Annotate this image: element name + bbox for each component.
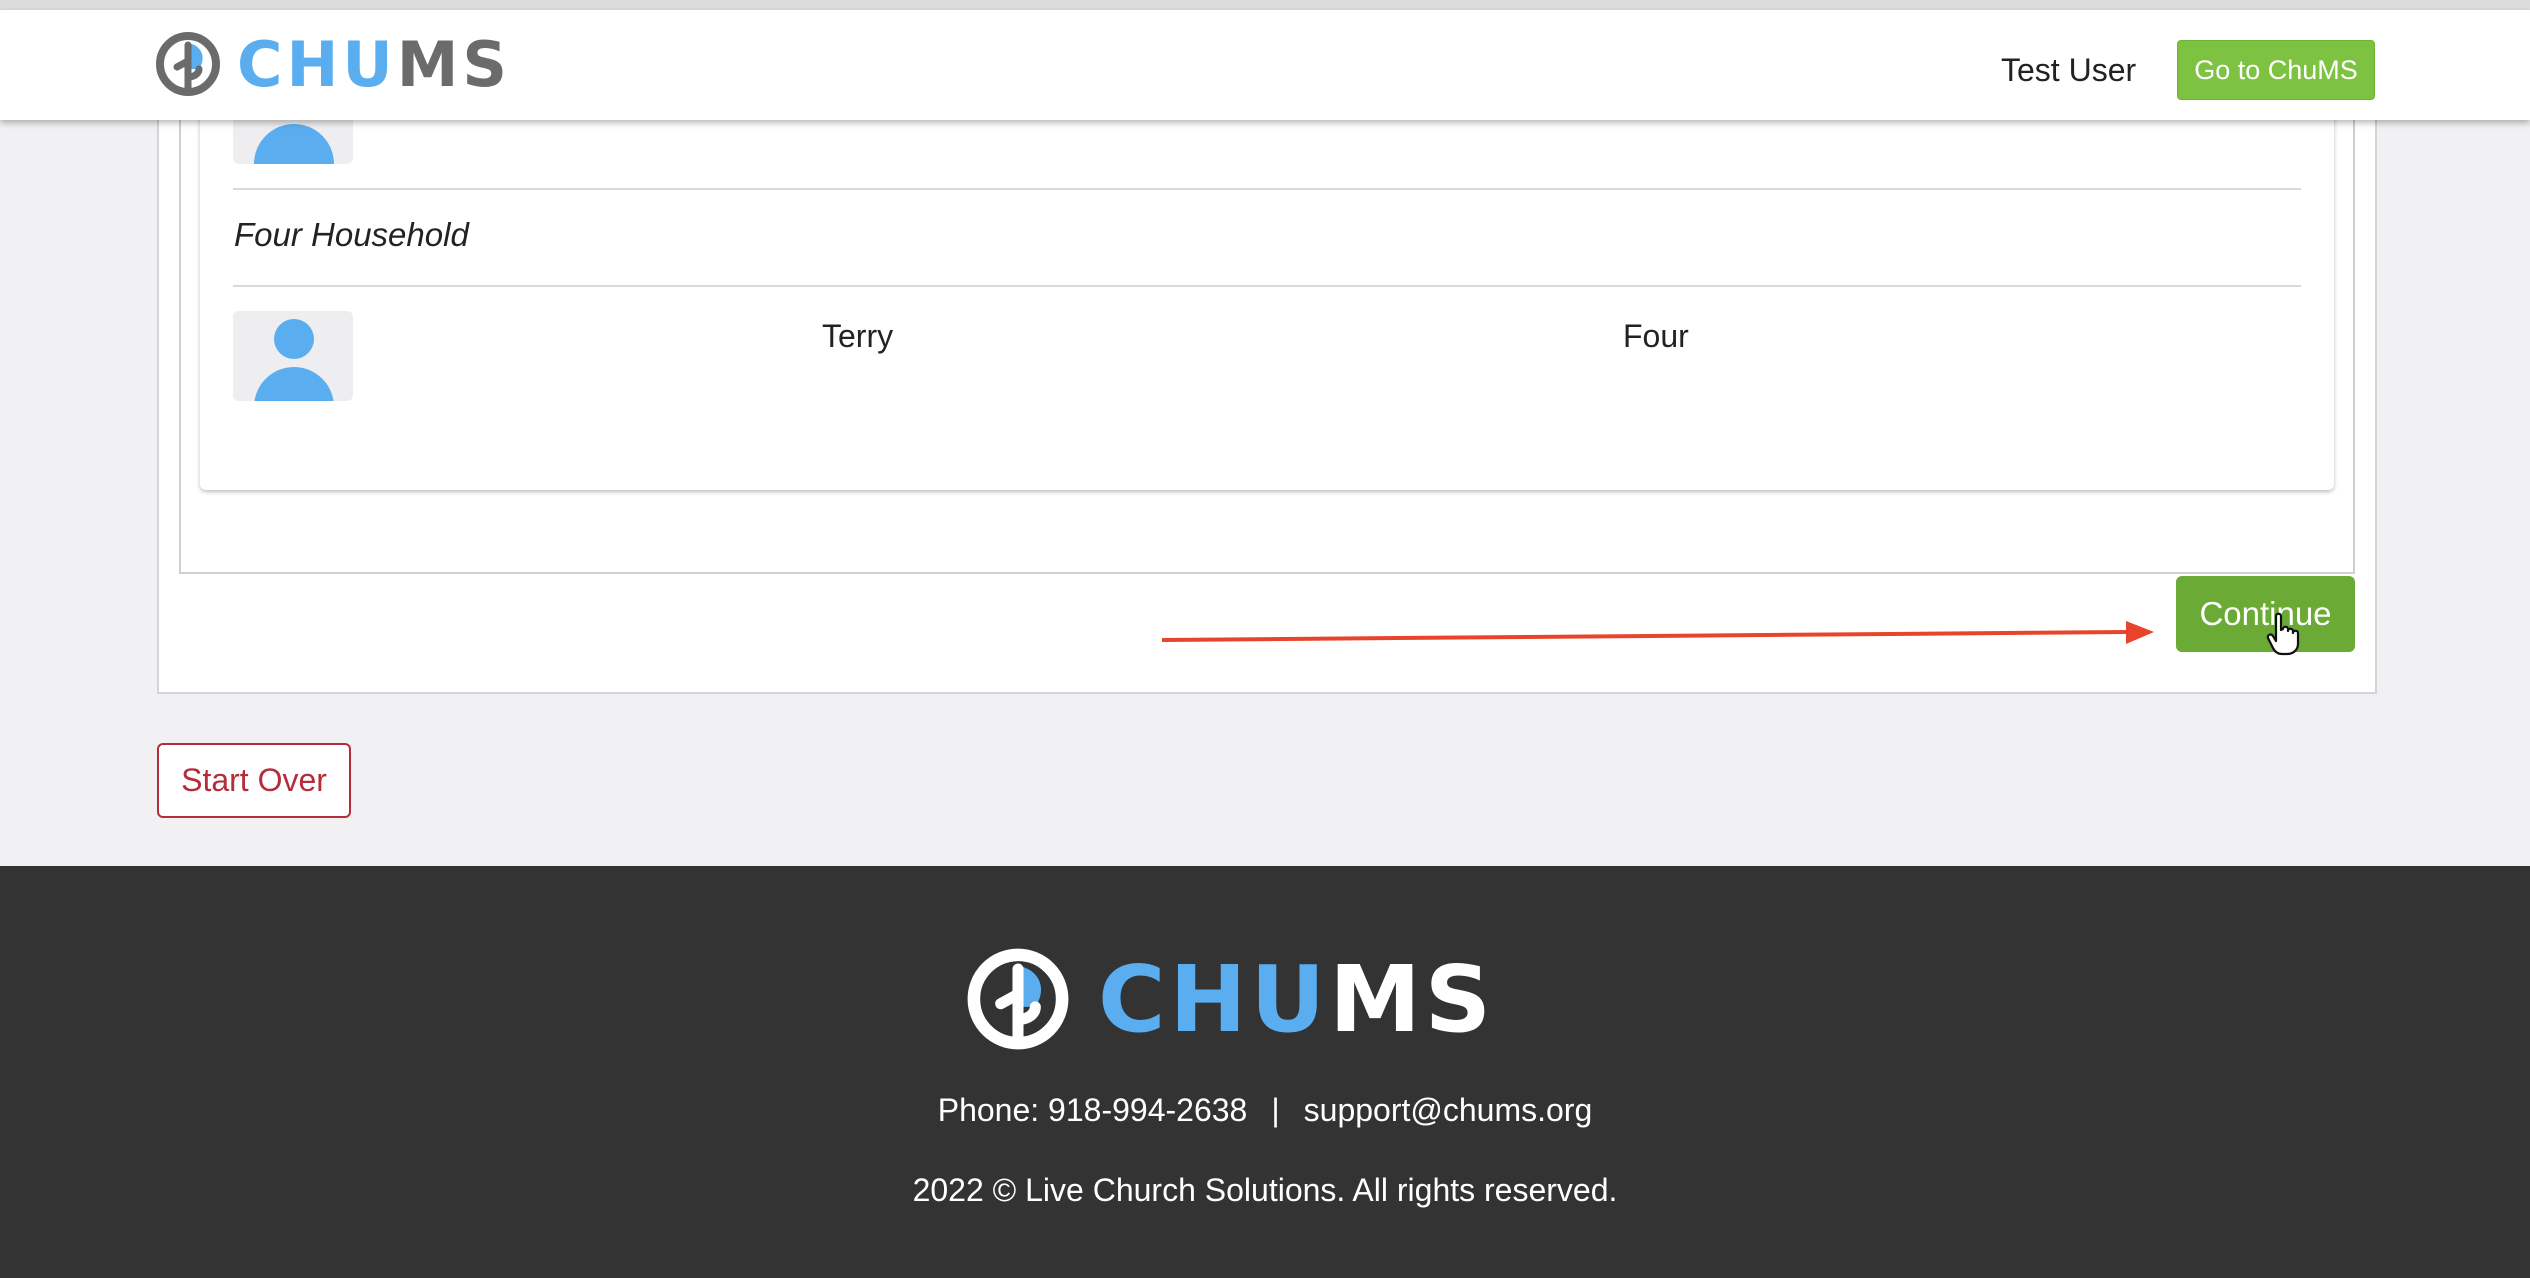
- footer-email-link[interactable]: support@chums.org: [1304, 1092, 1593, 1128]
- logo-wordmark: CHUMS: [237, 27, 512, 101]
- footer-copyright: 2022 © Live Church Solutions. All rights…: [912, 1172, 1618, 1208]
- site-footer: CHUMS Phone: 918-994-2638 | support@chums.…: [0, 866, 2530, 1278]
- footer-chums-logo: CHUMS: [966, 945, 1496, 1053]
- footer-phone: Phone: 918-994-2638: [937, 1092, 1248, 1128]
- chums-logo-icon: [156, 32, 220, 96]
- footer-separator: |: [1271, 1092, 1280, 1128]
- member-last-name: Four: [1623, 318, 1689, 354]
- chums-logo[interactable]: CHUMS: [155, 27, 512, 101]
- go-to-chums-button[interactable]: Go to ChuMS: [2177, 40, 2375, 100]
- row-divider: [233, 285, 2301, 287]
- annotation-arrow-icon: [1161, 621, 2154, 644]
- row-divider: [233, 188, 2301, 190]
- footer-contact: Phone: 918-994-2638 | support@chums.org: [0, 1092, 2530, 1129]
- footer-logo-icon: [967, 948, 1069, 1050]
- member-avatar-icon: [233, 311, 353, 401]
- user-name[interactable]: Test User: [2001, 52, 2136, 89]
- member-first-name: Terry: [822, 318, 894, 354]
- household-card: [200, 60, 2334, 490]
- start-over-button[interactable]: Start Over: [157, 743, 351, 818]
- browser-top-strip: [0, 0, 2530, 10]
- hand-cursor-icon: [2266, 612, 2300, 656]
- footer-logo-wordmark: CHUMS: [1098, 945, 1496, 1053]
- household-name: Four Household: [234, 216, 469, 253]
- site-header: CHUMS Test User Go to ChuMS: [0, 10, 2530, 120]
